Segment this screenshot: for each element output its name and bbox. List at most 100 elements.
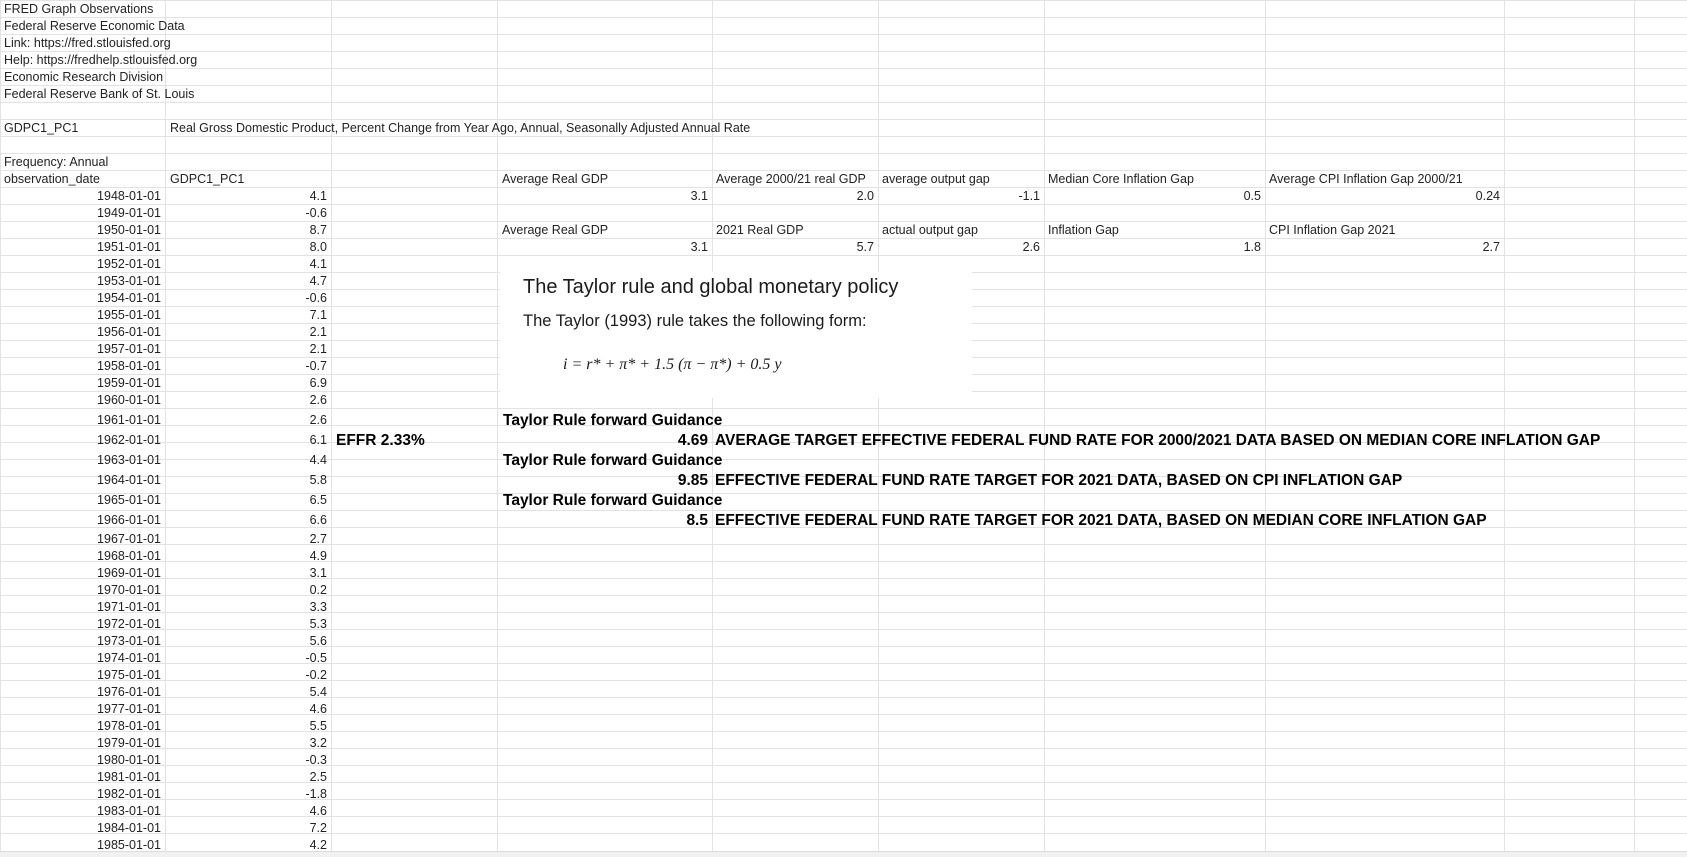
series-description[interactable]: Real Gross Domestic Product, Percent Cha… [170, 120, 750, 137]
obs-date[interactable]: 1949-01-01 [0, 205, 161, 222]
obs-date[interactable]: 1977-01-01 [0, 701, 161, 718]
obs-value[interactable]: 4.7 [165, 273, 327, 290]
obs-date[interactable]: 1984-01-01 [0, 820, 161, 837]
obs-date[interactable]: 1964-01-01 [0, 472, 161, 489]
obs-date[interactable]: 1967-01-01 [0, 531, 161, 548]
guidance-text-1[interactable]: AVERAGE TARGET EFFECTIVE FEDERAL FUND RA… [715, 431, 1600, 451]
obs-date[interactable]: 1975-01-01 [0, 667, 161, 684]
stat-value-avg-cpi-gap[interactable]: 0.24 [1265, 188, 1500, 205]
stat-label-actual-output-gap[interactable]: actual output gap [882, 222, 978, 239]
obs-date[interactable]: 1952-01-01 [0, 256, 161, 273]
col-header-date[interactable]: observation_date [4, 171, 100, 188]
stat-value-median-core-gap[interactable]: 0.5 [1044, 188, 1261, 205]
obs-value[interactable]: 2.6 [165, 392, 327, 409]
stat-label-median-core-gap[interactable]: Median Core Inflation Gap [1048, 171, 1194, 188]
obs-date[interactable]: 1955-01-01 [0, 307, 161, 324]
obs-date[interactable]: 1971-01-01 [0, 599, 161, 616]
obs-date[interactable]: 1948-01-01 [0, 188, 161, 205]
obs-value[interactable]: 5.5 [165, 718, 327, 735]
stat-label-avg-real-gdp-2[interactable]: Average Real GDP [502, 222, 608, 239]
stat-value-inflation-gap[interactable]: 1.8 [1044, 239, 1261, 256]
header-line-4[interactable]: Help: https://fredhelp.stlouisfed.org [4, 52, 197, 69]
obs-value[interactable]: 3.1 [165, 565, 327, 582]
stat-value-avg-real-gdp[interactable]: 3.1 [497, 188, 708, 205]
obs-date[interactable]: 1970-01-01 [0, 582, 161, 599]
obs-value[interactable]: 2.1 [165, 341, 327, 358]
obs-value[interactable]: 6.5 [165, 492, 327, 509]
obs-date[interactable]: 1979-01-01 [0, 735, 161, 752]
guidance-heading-1[interactable]: Taylor Rule forward Guidance [503, 411, 722, 431]
taylor-rule-image[interactable]: The Taylor rule and global monetary poli… [500, 272, 972, 398]
spreadsheet-grid[interactable]: FRED Graph Observations Federal Reserve … [0, 0, 1687, 857]
stat-label-avg-cpi-gap[interactable]: Average CPI Inflation Gap 2000/21 [1269, 171, 1463, 188]
obs-date[interactable]: 1951-01-01 [0, 239, 161, 256]
obs-value[interactable]: 8.0 [165, 239, 327, 256]
effr-label[interactable]: EFFR 2.33% [336, 431, 425, 451]
obs-date[interactable]: 1963-01-01 [0, 452, 161, 469]
obs-value[interactable]: 6.9 [165, 375, 327, 392]
obs-date[interactable]: 1972-01-01 [0, 616, 161, 633]
obs-date[interactable]: 1954-01-01 [0, 290, 161, 307]
header-line-3[interactable]: Link: https://fred.stlouisfed.org [4, 35, 171, 52]
obs-value[interactable]: 5.6 [165, 633, 327, 650]
obs-date[interactable]: 1981-01-01 [0, 769, 161, 786]
obs-value[interactable]: 6.1 [165, 432, 327, 449]
stat-value-2021-real-gdp[interactable]: 5.7 [712, 239, 874, 256]
obs-date[interactable]: 1978-01-01 [0, 718, 161, 735]
stat-value-avg-output-gap[interactable]: -1.1 [878, 188, 1040, 205]
obs-value[interactable]: 2.7 [165, 531, 327, 548]
stat-label-inflation-gap[interactable]: Inflation Gap [1048, 222, 1119, 239]
guidance-text-3[interactable]: EFFECTIVE FEDERAL FUND RATE TARGET FOR 2… [715, 511, 1487, 531]
obs-date[interactable]: 1973-01-01 [0, 633, 161, 650]
header-line-2[interactable]: Federal Reserve Economic Data [4, 18, 185, 35]
obs-date[interactable]: 1968-01-01 [0, 548, 161, 565]
obs-value[interactable]: 2.5 [165, 769, 327, 786]
stat-value-avg-real-gdp-2[interactable]: 3.1 [497, 239, 708, 256]
stat-label-cpi-gap-2021[interactable]: CPI Inflation Gap 2021 [1269, 222, 1395, 239]
header-line-6[interactable]: Federal Reserve Bank of St. Louis [4, 86, 194, 103]
stat-label-avg-real-gdp[interactable]: Average Real GDP [502, 171, 608, 188]
obs-date[interactable]: 1983-01-01 [0, 803, 161, 820]
obs-value[interactable]: -1.8 [165, 786, 327, 803]
obs-value[interactable]: 2.1 [165, 324, 327, 341]
stat-value-avg-2000-21-gdp[interactable]: 2.0 [712, 188, 874, 205]
frequency[interactable]: Frequency: Annual [4, 154, 108, 171]
guidance-heading-3[interactable]: Taylor Rule forward Guidance [503, 491, 722, 511]
header-line-5[interactable]: Economic Research Division [4, 69, 163, 86]
obs-value[interactable]: 4.9 [165, 548, 327, 565]
obs-value[interactable]: 4.1 [165, 188, 327, 205]
obs-date[interactable]: 1974-01-01 [0, 650, 161, 667]
guidance-value-2[interactable]: 9.85 [497, 471, 708, 491]
obs-value[interactable]: 5.4 [165, 684, 327, 701]
obs-value[interactable]: 7.2 [165, 820, 327, 837]
obs-value[interactable]: -0.7 [165, 358, 327, 375]
obs-date[interactable]: 1959-01-01 [0, 375, 161, 392]
guidance-text-2[interactable]: EFFECTIVE FEDERAL FUND RATE TARGET FOR 2… [715, 471, 1402, 491]
obs-value[interactable]: 3.3 [165, 599, 327, 616]
obs-value[interactable]: -0.6 [165, 205, 327, 222]
obs-date[interactable]: 1957-01-01 [0, 341, 161, 358]
obs-value[interactable]: 5.8 [165, 472, 327, 489]
obs-date[interactable]: 1965-01-01 [0, 492, 161, 509]
obs-date[interactable]: 1976-01-01 [0, 684, 161, 701]
obs-date[interactable]: 1953-01-01 [0, 273, 161, 290]
obs-date[interactable]: 1982-01-01 [0, 786, 161, 803]
obs-date[interactable]: 1962-01-01 [0, 432, 161, 449]
obs-date[interactable]: 1980-01-01 [0, 752, 161, 769]
obs-date[interactable]: 1950-01-01 [0, 222, 161, 239]
obs-value[interactable]: 4.1 [165, 256, 327, 273]
obs-value[interactable]: 2.6 [165, 412, 327, 429]
obs-value[interactable]: 4.6 [165, 701, 327, 718]
guidance-value-3[interactable]: 8.5 [497, 511, 708, 531]
header-line-1[interactable]: FRED Graph Observations [4, 1, 153, 18]
obs-date[interactable]: 1969-01-01 [0, 565, 161, 582]
obs-value[interactable]: -0.2 [165, 667, 327, 684]
guidance-heading-2[interactable]: Taylor Rule forward Guidance [503, 451, 722, 471]
obs-value[interactable]: 5.3 [165, 616, 327, 633]
stat-value-actual-output-gap[interactable]: 2.6 [878, 239, 1040, 256]
obs-value[interactable]: -0.5 [165, 650, 327, 667]
obs-value[interactable]: -0.3 [165, 752, 327, 769]
obs-date[interactable]: 1961-01-01 [0, 412, 161, 429]
stat-value-cpi-gap-2021[interactable]: 2.7 [1265, 239, 1500, 256]
obs-value[interactable]: 3.2 [165, 735, 327, 752]
